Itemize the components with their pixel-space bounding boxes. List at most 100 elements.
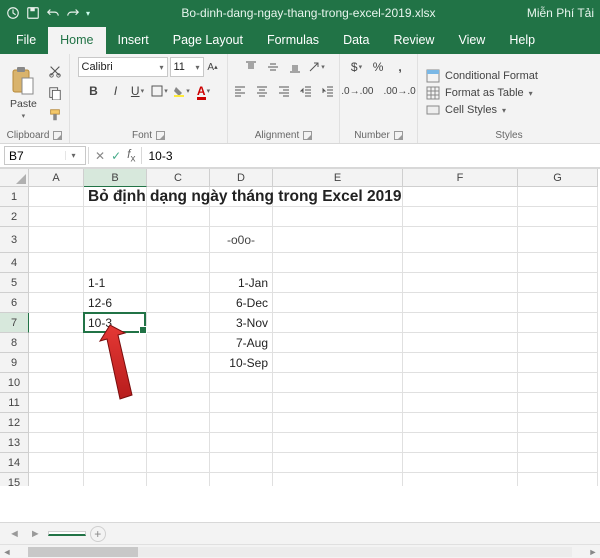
cell-b7[interactable]: 10-3 — [84, 313, 147, 333]
row-header[interactable]: 3 — [0, 227, 29, 253]
scroll-right-icon[interactable]: ► — [586, 547, 600, 557]
row-header[interactable]: 15 — [0, 473, 29, 486]
align-center-icon[interactable] — [252, 81, 272, 101]
row-header[interactable]: 13 — [0, 433, 29, 453]
increase-indent-icon[interactable] — [318, 81, 338, 101]
cell-d8[interactable]: 7-Aug — [210, 333, 273, 353]
orientation-icon[interactable]: ▾ — [307, 57, 327, 77]
row-header[interactable]: 11 — [0, 393, 29, 413]
row-header[interactable]: 5 — [0, 273, 29, 293]
redo-icon[interactable] — [66, 6, 80, 20]
col-header-a[interactable]: A — [29, 169, 84, 187]
col-header-e[interactable]: E — [273, 169, 403, 187]
conditional-formatting-button[interactable]: Conditional Format — [424, 68, 540, 84]
increase-font-icon[interactable]: A▴ — [206, 57, 220, 77]
align-bottom-icon[interactable] — [285, 57, 305, 77]
cancel-formula-icon[interactable]: ✕ — [95, 149, 105, 163]
row-header[interactable]: 12 — [0, 413, 29, 433]
paste-icon — [10, 66, 36, 96]
save-icon[interactable] — [26, 6, 40, 20]
font-family-select[interactable]: Calibri▾ — [78, 57, 168, 77]
enter-formula-icon[interactable]: ✓ — [111, 149, 121, 163]
cut-button[interactable] — [45, 61, 65, 81]
percent-format-icon[interactable]: % — [368, 57, 388, 77]
cell-b6[interactable]: 12-6 — [84, 293, 147, 313]
tab-review[interactable]: Review — [381, 27, 446, 54]
worksheet-grid[interactable]: A B C D E F G 1 Bỏ định dạng ngày tháng … — [0, 168, 600, 486]
tab-file[interactable]: File — [4, 27, 48, 54]
format-as-table-button[interactable]: Format as Table▾ — [424, 85, 540, 101]
tab-data[interactable]: Data — [331, 27, 381, 54]
fill-color-button[interactable]: ▾ — [172, 81, 192, 101]
italic-button[interactable]: I — [106, 81, 126, 101]
row-header[interactable]: 8 — [0, 333, 29, 353]
border-button[interactable]: ▾ — [150, 81, 170, 101]
font-color-button[interactable]: A▾ — [194, 81, 214, 101]
col-header-g[interactable]: G — [518, 169, 598, 187]
sheet-nav-next-icon[interactable]: ► — [27, 528, 44, 540]
autosave-icon[interactable] — [6, 6, 20, 20]
row-header[interactable]: 4 — [0, 253, 29, 273]
name-box-dropdown-icon[interactable]: ▾ — [65, 151, 81, 160]
decrease-indent-icon[interactable] — [296, 81, 316, 101]
cell-d5[interactable]: 1-Jan — [210, 273, 273, 293]
cell-d9[interactable]: 10-Sep — [210, 353, 273, 373]
col-header-c[interactable]: C — [147, 169, 210, 187]
paste-button[interactable]: Paste ▾ — [6, 64, 41, 122]
align-middle-icon[interactable] — [263, 57, 283, 77]
scroll-thumb[interactable] — [28, 547, 138, 557]
col-header-b[interactable]: B — [84, 169, 147, 187]
col-header-d[interactable]: D — [210, 169, 273, 187]
underline-button[interactable]: U▾ — [128, 81, 148, 101]
format-table-icon — [426, 86, 440, 100]
tab-formulas[interactable]: Formulas — [255, 27, 331, 54]
horizontal-scrollbar[interactable]: ◄ ► — [0, 544, 600, 558]
new-sheet-button[interactable]: + — [90, 526, 106, 542]
row-header[interactable]: 1 — [0, 187, 29, 207]
number-dialog-launcher[interactable] — [394, 131, 403, 140]
insert-function-icon[interactable]: fx — [127, 147, 135, 164]
alignment-dialog-launcher[interactable] — [303, 131, 312, 140]
tab-help[interactable]: Help — [497, 27, 547, 54]
sheet-tab-active[interactable] — [48, 531, 86, 536]
undo-icon[interactable] — [46, 6, 60, 20]
tab-view[interactable]: View — [446, 27, 497, 54]
row-header[interactable]: 9 — [0, 353, 29, 373]
select-all-corner[interactable] — [0, 169, 29, 187]
align-left-icon[interactable] — [230, 81, 250, 101]
sheet-nav-prev-icon[interactable]: ◄ — [6, 528, 23, 540]
tab-insert[interactable]: Insert — [106, 27, 161, 54]
quick-access-toolbar: ▾ — [6, 6, 90, 20]
font-dialog-launcher[interactable] — [156, 131, 165, 140]
copy-button[interactable] — [45, 83, 65, 103]
clipboard-dialog-launcher[interactable] — [53, 131, 62, 140]
accounting-format-icon[interactable]: $▾ — [347, 57, 366, 77]
decrease-decimal-icon[interactable]: .00→.0 — [380, 81, 420, 101]
cell-d7[interactable]: 3-Nov — [210, 313, 273, 333]
cell-styles-button[interactable]: Cell Styles▾ — [424, 102, 540, 118]
row-header[interactable]: 7 — [0, 313, 29, 333]
align-right-icon[interactable] — [274, 81, 294, 101]
bold-button[interactable]: B — [84, 81, 104, 101]
row-header[interactable]: 14 — [0, 453, 29, 473]
format-painter-button[interactable] — [45, 105, 65, 125]
cell-d6[interactable]: 6-Dec — [210, 293, 273, 313]
row-header[interactable]: 6 — [0, 293, 29, 313]
group-number-label: Number — [354, 130, 390, 141]
comma-format-icon[interactable]: , — [390, 57, 410, 77]
align-top-icon[interactable] — [241, 57, 261, 77]
scroll-left-icon[interactable]: ◄ — [0, 547, 14, 557]
tab-page-layout[interactable]: Page Layout — [161, 27, 255, 54]
name-box-input[interactable] — [5, 149, 65, 163]
name-box[interactable]: ▾ — [4, 146, 86, 165]
group-font-label: Font — [132, 130, 152, 141]
row-header[interactable]: 2 — [0, 207, 29, 227]
col-header-f[interactable]: F — [403, 169, 518, 187]
account-label[interactable]: Miễn Phí Tải — [527, 6, 594, 20]
cell-b5[interactable]: 1-1 — [84, 273, 147, 293]
increase-decimal-icon[interactable]: .0→.00 — [337, 81, 377, 101]
font-size-select[interactable]: 11▾ — [170, 57, 204, 77]
row-header[interactable]: 10 — [0, 373, 29, 393]
tab-home[interactable]: Home — [48, 27, 105, 54]
formula-input[interactable] — [142, 144, 600, 167]
